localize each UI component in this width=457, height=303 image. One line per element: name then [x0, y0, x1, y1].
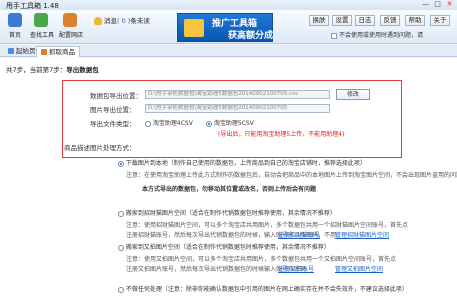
register-zhaocaimao-link[interactable]: 注册招财猫账号: [278, 230, 320, 239]
feedback-button[interactable]: 反馈: [380, 15, 400, 26]
type-option-assistant5[interactable]: 淘宝助理5CSV: [206, 118, 254, 127]
configure-shop-icon: [63, 13, 77, 27]
modify-button[interactable]: 修改: [336, 89, 370, 100]
find-tools-button[interactable]: 查找工具: [30, 12, 55, 39]
notice-suffix: 条未读: [130, 17, 150, 25]
type-option1-label: 淘宝助理4CSV: [152, 120, 193, 127]
log-button[interactable]: 日志: [355, 15, 375, 26]
tab-start-page[interactable]: 起始页: [4, 46, 40, 57]
bell-icon: [94, 17, 102, 25]
app-window: 甩手工具箱 1.48 — □ ✕ 首页 查找工具 配置网店 消息( 0 )条未读…: [0, 0, 457, 303]
data-export-label: 数据包导出位置：: [90, 92, 142, 100]
image-export-label: 图片导出位置：: [90, 106, 136, 114]
find-tools-label: 查找工具: [30, 32, 55, 39]
configure-shop-button[interactable]: 配置网店: [59, 12, 84, 39]
help-note-checkbox[interactable]: [331, 32, 337, 39]
skin-button[interactable]: 换肤: [309, 15, 329, 26]
banner-line2: 获高额分成: [228, 31, 274, 41]
step-indicator: 共7步，当前第7步：导出数据包: [6, 64, 99, 74]
image-option-download[interactable]: 下载图片到本地（制作自己使用的数据包，上传商品到自己的淘宝店铺时，推荐选择此项）: [118, 158, 366, 167]
home-label: 首页: [8, 32, 21, 39]
type-hint: (导出后，只能用淘宝助理5上传，不能用助理4): [218, 131, 345, 138]
tab-bar: 起始页 抓取商品: [0, 45, 457, 57]
opt4-label: 不做任何处理（注意：除非你能确认数据包中引用的图片在网上确实存在并不会失效外，不…: [125, 286, 408, 293]
fetch-products-icon: [41, 49, 47, 55]
message-notice[interactable]: 消息( 0 )条未读: [94, 15, 169, 26]
configure-shop-label: 配置网店: [59, 32, 84, 39]
opt3-note1: 注意：使用又拍图片空间，可以多个淘宝店共用图片，多个数据包共用一个又拍图片空间账…: [126, 256, 397, 263]
notice-text: 消息: [104, 17, 117, 25]
data-export-path-input[interactable]: D:\甩手掌柜数据包\淘宝助理5数据包20140902100705.csv: [145, 90, 330, 99]
step-current: 导出数据包: [66, 66, 99, 74]
image-export-path-input[interactable]: D:\甩手掌柜数据包\淘宝助理5数据包20140902100705: [145, 104, 330, 113]
type-option-assistant4[interactable]: 淘宝助理4CSV: [145, 118, 193, 127]
tab-start-page-label: 起始页: [16, 47, 36, 55]
radio-assistant5[interactable]: [206, 120, 212, 127]
minimize-button[interactable]: —: [420, 0, 431, 9]
tab-fetch-products-label: 抓取商品: [49, 48, 75, 56]
home-button[interactable]: 首页: [4, 12, 26, 39]
help-note-text: 不会使用或使用时遇到问题，请: [339, 32, 424, 39]
opt1-note: 注意：在使用淘宝助理上传此方式制作的数据包后，自动会把商品中的本地图片上传到淘宝…: [126, 172, 457, 179]
start-page-icon: [8, 48, 14, 54]
radio-zhaocaimao[interactable]: [118, 210, 124, 217]
promo-banner[interactable]: 推广工具箱 获高额分成: [177, 13, 273, 42]
image-option-none[interactable]: 不做任何处理（注意：除非你能确认数据包中引用的图片在网上确实存在并不会失效外，不…: [118, 284, 408, 293]
gift-icon: [184, 19, 204, 37]
toolbar: 首页 查找工具 配置网店 消息( 0 )条未读 推广工具箱 获高额分成 换肤 设…: [0, 10, 457, 44]
step-total: 共7步，当前第7步：: [6, 66, 67, 74]
opt2-label: 搬家到招财猫图片空间（适合在制作代销数据包时推荐使用，其余情况不推荐）: [125, 210, 336, 217]
image-mode-label: 商品描述图片处理方式：: [64, 144, 136, 152]
opt1-label: 下载图片到本地（制作自己使用的数据包，上传商品到自己的淘宝店铺时，推荐选择此项）: [125, 160, 366, 167]
type-option2-label: 淘宝助理5CSV: [213, 120, 254, 127]
main-content: 共7步，当前第7步：导出数据包 数据包导出位置： D:\甩手掌柜数据包\淘宝助理…: [0, 58, 457, 303]
settings-button[interactable]: 设置: [332, 15, 352, 26]
manage-youpai-link[interactable]: 管理又拍图片空间: [335, 264, 383, 273]
image-option-zhaocaimao[interactable]: 搬家到招财猫图片空间（适合在制作代销数据包时推荐使用，其余情况不推荐）: [118, 208, 336, 217]
maximize-button[interactable]: □: [432, 0, 443, 9]
help-note: 不会使用或使用时遇到问题，请: [331, 30, 423, 39]
radio-download[interactable]: [118, 160, 124, 167]
radio-assistant4[interactable]: [145, 120, 151, 127]
register-youpai-link[interactable]: 注册又拍账号: [278, 264, 314, 273]
file-type-label: 导出文件类型：: [90, 120, 136, 128]
radio-youpai[interactable]: [118, 244, 124, 251]
image-option-youpai[interactable]: 搬家到又拍图片空间（适合在制作代销数据包时推荐使用，其余情况不推荐）: [118, 242, 330, 251]
find-tools-icon: [34, 13, 48, 27]
close-button[interactable]: ✕: [444, 0, 455, 9]
home-icon: [8, 13, 22, 27]
opt3-label: 搬家到又拍图片空间（适合在制作代销数据包时推荐使用，其余情况不推荐）: [125, 244, 330, 251]
opt2-note1: 注意：使用招财猫图片空间，可以多个淘宝店共用图片，多个数据包共用一个招财猫图片空…: [126, 222, 409, 229]
radio-none[interactable]: [118, 286, 124, 293]
title-bar: 甩手工具箱 1.48 — □ ✕: [0, 0, 457, 10]
about-button[interactable]: 关于: [430, 15, 450, 26]
opt1-warning: 本方式导出的数据包，勿移动其位置或改名，否则上传后会有问题: [142, 186, 317, 193]
notice-count: ( 0 ): [117, 17, 131, 25]
manage-zhaocaimao-link[interactable]: 管理招财猫图片空间: [335, 230, 389, 239]
tab-fetch-products[interactable]: 抓取商品: [36, 46, 80, 57]
help-button[interactable]: 帮助: [405, 15, 425, 26]
